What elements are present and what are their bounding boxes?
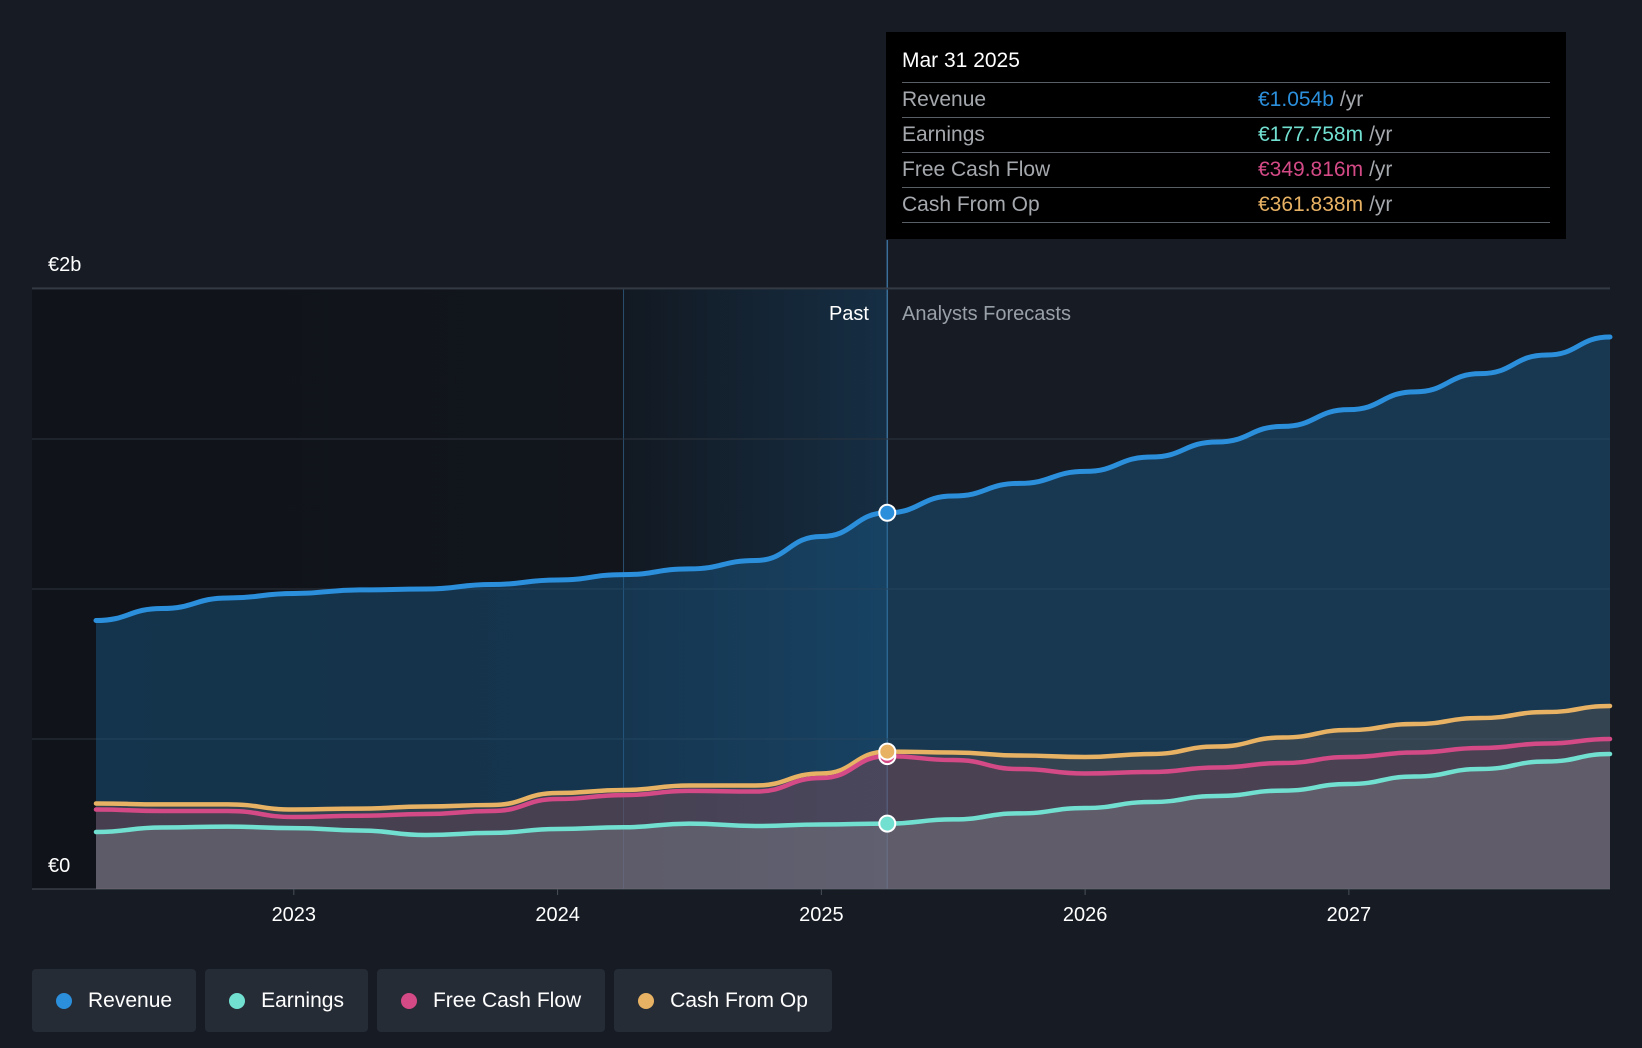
legend-dot-icon [229, 992, 246, 1009]
x-tick-label: 2027 [1327, 904, 1372, 926]
legend-item-cash-from-op[interactable]: Cash From Op [614, 969, 832, 1032]
marker-cash-from-op [878, 742, 897, 761]
tooltip-row-value: €1.054b/yr [1258, 88, 1364, 111]
x-tick-label: 2026 [1063, 904, 1108, 926]
legend-label: Earnings [261, 988, 344, 1012]
x-tick-label: 2023 [272, 904, 317, 926]
y-tick-max: €2b [48, 254, 81, 276]
legend-dot-icon [56, 992, 72, 1009]
legend-label: Revenue [88, 988, 173, 1012]
x-tick-label: 2024 [535, 904, 580, 926]
legend-item-revenue[interactable]: Revenue [32, 969, 197, 1032]
legend-label: Cash From Op [670, 988, 808, 1012]
tooltip-row-value: €361.838m/yr [1258, 193, 1393, 216]
y-tick-min: €0 [48, 855, 70, 877]
forecast-label: Analysts Forecasts [902, 303, 1071, 325]
tooltip-row-label: Cash From Op [902, 193, 1040, 216]
tooltip-row-label: Earnings [902, 123, 985, 146]
legend-item-free-cash-flow[interactable]: Free Cash Flow [376, 969, 606, 1032]
tooltip-row-value: €349.816m/yr [1258, 158, 1393, 181]
legend-item-earnings[interactable]: Earnings [205, 969, 368, 1032]
tooltip-row-label: Revenue [902, 88, 987, 111]
legend: Revenue Earnings Free Cash Flow Cash From O… [32, 969, 832, 1032]
tooltip-row-free-cash-flow: Free Cash Flow €349.816m/yr [902, 152, 1550, 187]
legend-label: Free Cash Flow [432, 988, 582, 1012]
x-tick-label: 2025 [799, 904, 844, 926]
tooltip-row-value: €177.758m/yr [1258, 123, 1393, 146]
tooltip-row-cash-from-op: Cash From Op €361.838m/yr [902, 187, 1550, 223]
tooltip-date: Mar 31 2025 [902, 49, 1020, 72]
tooltip-row-revenue: Revenue €1.054b/yr [902, 82, 1550, 117]
past-label: Past [829, 303, 869, 325]
legend-dot-icon [400, 992, 417, 1009]
tooltip-row-label: Free Cash Flow [902, 158, 1051, 181]
marker-earnings [878, 814, 897, 833]
legend-dot-icon [638, 992, 655, 1009]
tooltip: Mar 31 2025 Revenue €1.054b/yr Earnings €17… [886, 32, 1566, 239]
marker-revenue [878, 503, 897, 522]
tooltip-row-earnings: Earnings €177.758m/yr [902, 117, 1550, 152]
